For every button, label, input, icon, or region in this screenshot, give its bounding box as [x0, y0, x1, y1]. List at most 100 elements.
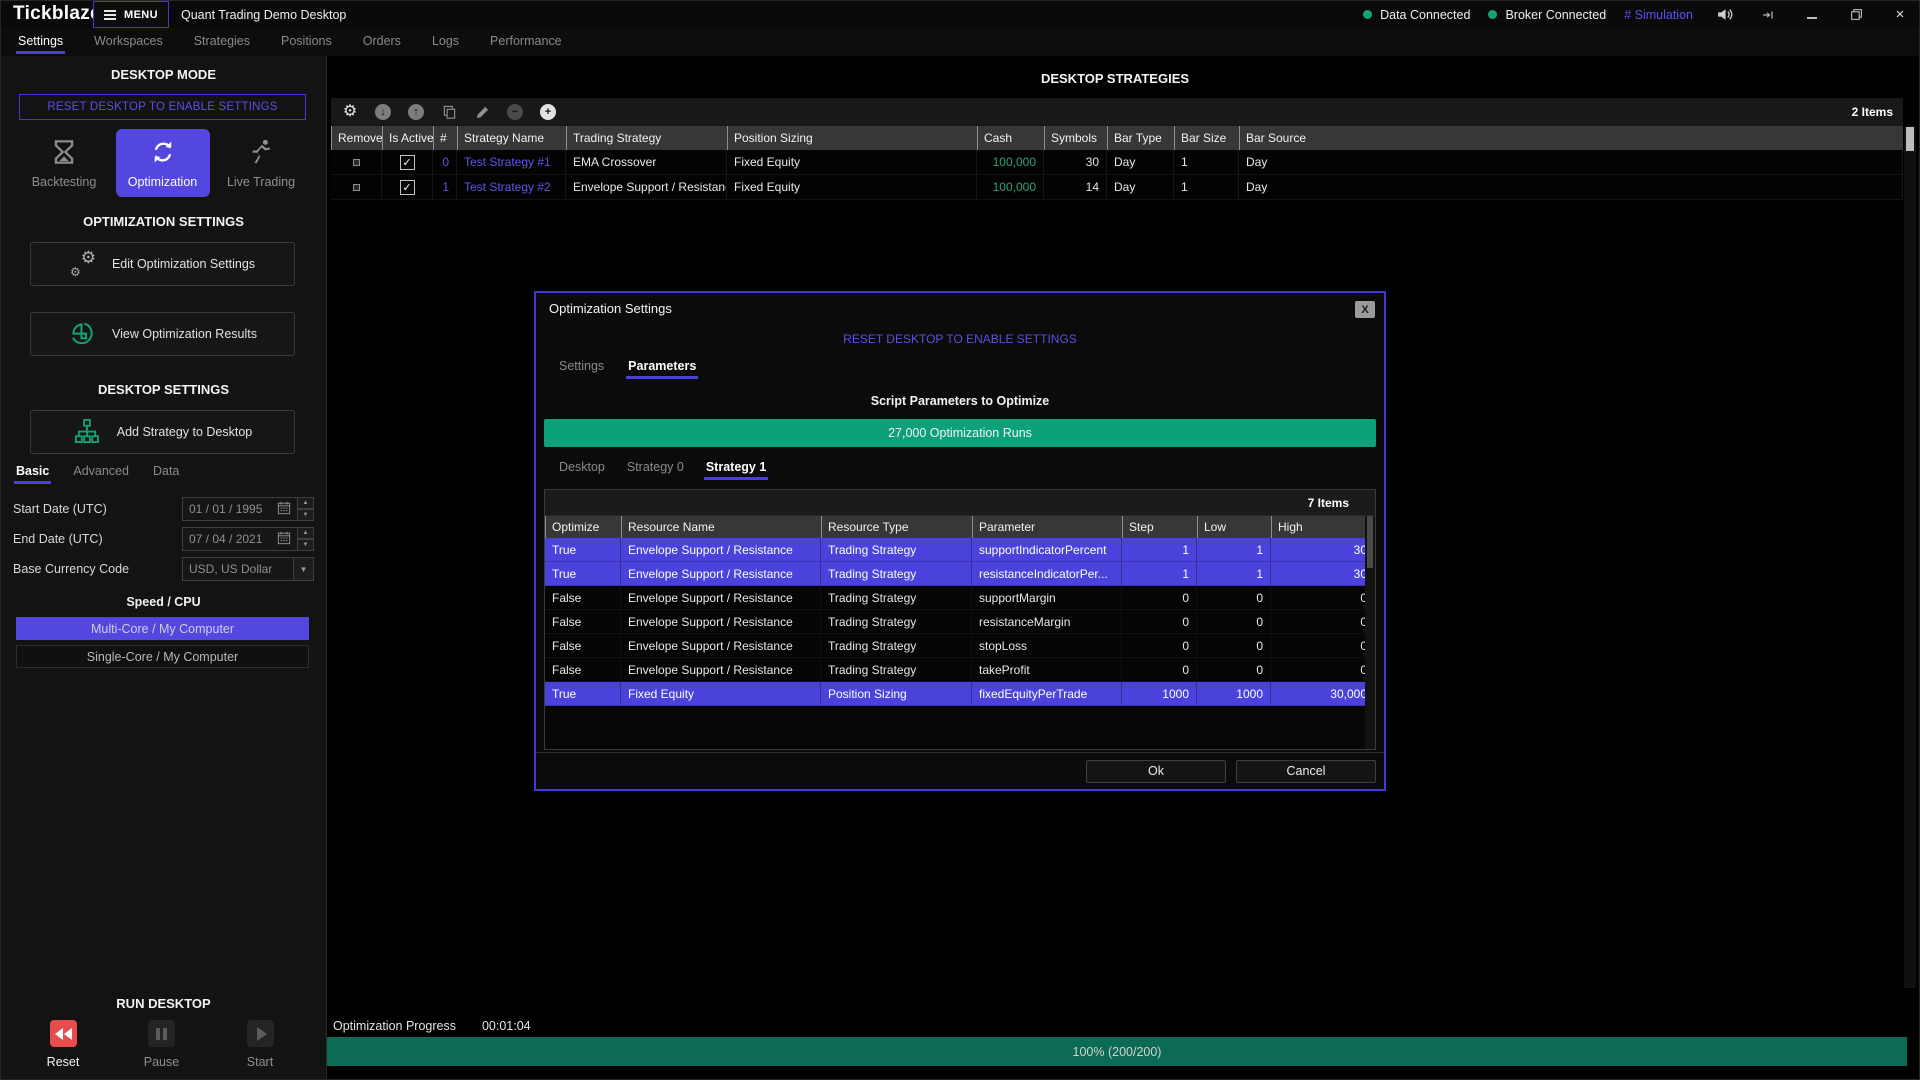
dialog-strategy-tab-desktop[interactable]: Desktop: [559, 460, 605, 480]
strategy-row[interactable]: ✓0Test Strategy #1EMA CrossoverFixed Equ…: [331, 150, 1903, 175]
parameter-row[interactable]: FalseEnvelope Support / ResistanceTradin…: [545, 634, 1375, 658]
column-header-cash[interactable]: Cash: [977, 126, 1044, 150]
column-header-position-sizing[interactable]: Position Sizing: [727, 126, 977, 150]
duplicate-icon[interactable]: [440, 103, 458, 121]
tab-settings[interactable]: Settings: [16, 30, 65, 54]
settings-tab-advanced[interactable]: Advanced: [73, 464, 129, 484]
column-header-is-active[interactable]: Is Active: [382, 126, 433, 150]
parameter-row[interactable]: TrueEnvelope Support / ResistanceTrading…: [545, 562, 1375, 586]
dialog-reset-link[interactable]: RESET DESKTOP TO ENABLE SETTINGS: [536, 332, 1384, 346]
param-column-header-optimize[interactable]: Optimize: [545, 516, 621, 538]
spin-up-icon[interactable]: ▲: [298, 497, 314, 509]
resource-type: Trading Strategy: [821, 586, 972, 609]
dock-icon[interactable]: [1755, 5, 1781, 25]
column-header-remove[interactable]: Remove: [331, 126, 382, 150]
settings-tab-basic[interactable]: Basic: [16, 464, 49, 484]
checkbox-icon[interactable]: ✓: [400, 155, 415, 170]
param-column-header-step[interactable]: Step: [1122, 516, 1197, 538]
sync-icon: [148, 137, 178, 170]
dialog-titlebar[interactable]: Optimization Settings: [536, 293, 1384, 323]
spin-down-icon[interactable]: ▼: [298, 539, 314, 551]
tab-strategies[interactable]: Strategies: [192, 30, 252, 54]
reset-desktop-button[interactable]: RESET DESKTOP TO ENABLE SETTINGS: [19, 94, 306, 120]
dialog-tab-parameters[interactable]: Parameters: [628, 359, 696, 379]
settings-tab-data[interactable]: Data: [153, 464, 179, 484]
remove-icon[interactable]: −: [506, 103, 524, 121]
end-date-utc-input[interactable]: 07 / 04 / 2021: [182, 527, 298, 551]
cash-value: 100,000: [977, 150, 1044, 174]
start-button[interactable]: Start: [218, 1020, 302, 1069]
param-column-header-low[interactable]: Low: [1197, 516, 1271, 538]
tab-workspaces[interactable]: Workspaces: [92, 30, 165, 54]
start-date-utc-input[interactable]: 01 / 01 / 1995: [182, 497, 298, 521]
edit-pencil-icon[interactable]: [473, 103, 491, 121]
column-header-bar-size[interactable]: Bar Size: [1174, 126, 1239, 150]
vertical-scrollbar[interactable]: [1904, 126, 1916, 988]
strategy-name: Test Strategy #2: [457, 175, 566, 199]
tab-positions[interactable]: Positions: [279, 30, 334, 54]
add-strategy-button[interactable]: Add Strategy to Desktop: [30, 410, 295, 454]
minimize-icon[interactable]: [1799, 5, 1825, 25]
tab-orders[interactable]: Orders: [361, 30, 403, 54]
strategy-row[interactable]: ✓1Test Strategy #2Envelope Support / Res…: [331, 175, 1903, 200]
add-icon[interactable]: +: [539, 103, 557, 121]
param-column-header-resource-type[interactable]: Resource Type: [821, 516, 972, 538]
menu-button[interactable]: MENU: [93, 1, 169, 28]
strategy-number: 0: [433, 150, 457, 174]
parameter-row[interactable]: TrueFixed EquityPosition SizingfixedEqui…: [545, 682, 1375, 706]
column-header-bar-type[interactable]: Bar Type: [1107, 126, 1174, 150]
dialog-close-icon[interactable]: X: [1355, 301, 1375, 318]
mode-button-backtesting[interactable]: Backtesting: [17, 129, 111, 197]
parameter-row[interactable]: TrueEnvelope Support / ResistanceTrading…: [545, 538, 1375, 562]
scrollbar-thumb[interactable]: [1906, 127, 1914, 151]
pause-button[interactable]: Pause: [120, 1020, 204, 1069]
cancel-button[interactable]: Cancel: [1236, 760, 1376, 783]
settings-gear-icon[interactable]: ⚙: [341, 103, 359, 121]
tab-logs[interactable]: Logs: [430, 30, 461, 54]
param-column-header-high[interactable]: High: [1271, 516, 1375, 538]
column-header-bar-source[interactable]: Bar Source: [1239, 126, 1903, 150]
checkbox-icon[interactable]: ✓: [400, 180, 415, 195]
trading-strategy: EMA Crossover: [566, 150, 727, 174]
speed-option-multi-core-my-computer[interactable]: Multi-Core / My Computer: [16, 617, 309, 640]
column-header-trading-strategy[interactable]: Trading Strategy: [566, 126, 727, 150]
speed-cpu-title: Speed / CPU: [1, 595, 326, 609]
low-value: 0: [1197, 586, 1271, 609]
spin-up-icon[interactable]: ▲: [298, 527, 314, 539]
parameter-name: stopLoss: [972, 634, 1122, 657]
parameters-scrollbar-thumb[interactable]: [1367, 516, 1373, 568]
base-currency-code-select[interactable]: USD, US Dollar: [182, 557, 294, 581]
column-header-symbols[interactable]: Symbols: [1044, 126, 1107, 150]
param-column-header-parameter[interactable]: Parameter: [972, 516, 1122, 538]
close-icon[interactable]: ×: [1887, 5, 1913, 25]
move-up-icon[interactable]: ↑: [407, 103, 425, 121]
column-header-[interactable]: #: [433, 126, 457, 150]
chevron-down-icon[interactable]: ▼: [294, 557, 314, 581]
tab-performance[interactable]: Performance: [488, 30, 564, 54]
app-logo: Tickblaze: [13, 3, 101, 25]
parameters-scrollbar[interactable]: [1365, 516, 1375, 749]
dialog-strategy-tab-strategy-0[interactable]: Strategy 0: [627, 460, 684, 480]
edit-optimization-settings-button[interactable]: ⚙⚙ Edit Optimization Settings: [30, 242, 295, 286]
column-header-strategy-name[interactable]: Strategy Name: [457, 126, 566, 150]
restore-icon[interactable]: [1843, 5, 1869, 25]
ok-button[interactable]: Ok: [1086, 760, 1226, 783]
view-optimization-results-button[interactable]: View Optimization Results: [30, 312, 295, 356]
dialog-strategy-tab-strategy-1[interactable]: Strategy 1: [706, 460, 766, 480]
mode-button-optimization[interactable]: Optimization: [116, 129, 210, 197]
reset-button[interactable]: Reset: [21, 1020, 105, 1069]
bar-size: 1: [1174, 175, 1239, 199]
volume-icon[interactable]: [1711, 5, 1737, 25]
spin-down-icon[interactable]: ▼: [298, 509, 314, 521]
parameter-name: takeProfit: [972, 658, 1122, 681]
param-column-header-resource-name[interactable]: Resource Name: [621, 516, 821, 538]
high-value: 0: [1271, 586, 1375, 609]
parameter-row[interactable]: FalseEnvelope Support / ResistanceTradin…: [545, 658, 1375, 682]
parameter-row[interactable]: FalseEnvelope Support / ResistanceTradin…: [545, 586, 1375, 610]
dialog-tab-settings[interactable]: Settings: [559, 359, 604, 379]
speed-option-single-core-my-computer[interactable]: Single-Core / My Computer: [16, 645, 309, 668]
mode-button-live-trading[interactable]: Live Trading: [214, 129, 308, 197]
remove-bullet: [331, 175, 382, 199]
move-down-icon[interactable]: ↓: [374, 103, 392, 121]
parameter-row[interactable]: FalseEnvelope Support / ResistanceTradin…: [545, 610, 1375, 634]
